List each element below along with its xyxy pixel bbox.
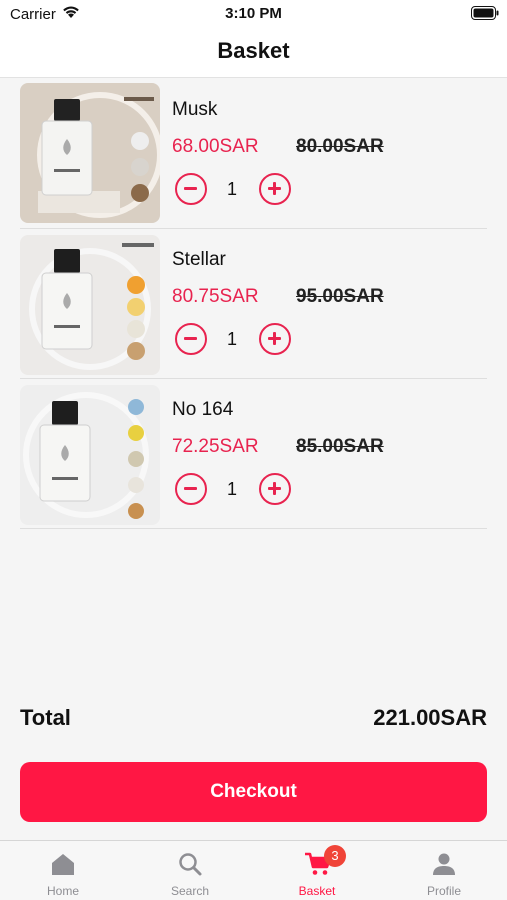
item-original-price: 80.00SAR [296, 136, 384, 157]
search-icon [179, 853, 202, 876]
cart-item[interactable]: No 164 72.25SAR 85.00SAR 1 [20, 379, 487, 529]
tab-basket[interactable]: 3 Basket [254, 841, 380, 900]
tab-search[interactable]: Search [127, 841, 253, 900]
product-image [20, 385, 160, 525]
tab-label: Basket [298, 884, 336, 898]
minus-icon [184, 187, 197, 190]
increase-quantity-button[interactable] [259, 173, 291, 205]
item-price: 72.25SAR [172, 436, 259, 457]
quantity-value: 1 [226, 179, 237, 199]
checkout-button[interactable]: Checkout [20, 762, 487, 822]
tab-bar: Home Search 3 Basket Profile [0, 840, 507, 900]
increase-quantity-button[interactable] [259, 473, 291, 505]
cart-count-badge: 3 [324, 845, 346, 867]
home-icon [52, 854, 74, 875]
cart-list: Musk 68.00SAR 80.00SAR 1 Stellar 80.75SA… [0, 79, 507, 529]
decrease-quantity-button[interactable] [175, 473, 207, 505]
battery-icon [471, 6, 499, 20]
total-value: 221.00SAR [373, 705, 487, 730]
item-price: 80.75SAR [172, 286, 259, 307]
tab-label: Home [46, 884, 79, 898]
tab-label: Search [170, 884, 210, 898]
tab-home[interactable]: Home [0, 841, 126, 900]
status-bar: Carrier 3:10 PM [0, 0, 507, 28]
item-name: Stellar [172, 249, 226, 270]
item-name: No 164 [172, 399, 234, 420]
total-row: Total 221.00SAR [20, 705, 487, 735]
tab-profile[interactable]: Profile [381, 841, 507, 900]
increase-quantity-button[interactable] [259, 323, 291, 355]
nav-header: Basket [0, 28, 507, 78]
page-title: Basket [217, 38, 290, 63]
product-image [20, 235, 160, 375]
tab-label: Profile [426, 884, 461, 898]
item-price: 68.00SAR [172, 136, 259, 157]
quantity-value: 1 [226, 479, 237, 499]
quantity-value: 1 [226, 329, 237, 349]
decrease-quantity-button[interactable] [175, 173, 207, 205]
product-image [20, 83, 160, 223]
minus-icon [184, 337, 197, 340]
total-label: Total [20, 705, 71, 730]
cart-item[interactable]: Stellar 80.75SAR 95.00SAR 1 [20, 229, 487, 379]
decrease-quantity-button[interactable] [175, 323, 207, 355]
item-original-price: 95.00SAR [296, 286, 384, 307]
clock: 3:10 PM [225, 5, 282, 22]
minus-icon [184, 487, 197, 490]
item-original-price: 85.00SAR [296, 436, 384, 457]
person-icon [433, 853, 455, 875]
cart-item[interactable]: Musk 68.00SAR 80.00SAR 1 [20, 79, 487, 229]
item-name: Musk [172, 99, 218, 120]
